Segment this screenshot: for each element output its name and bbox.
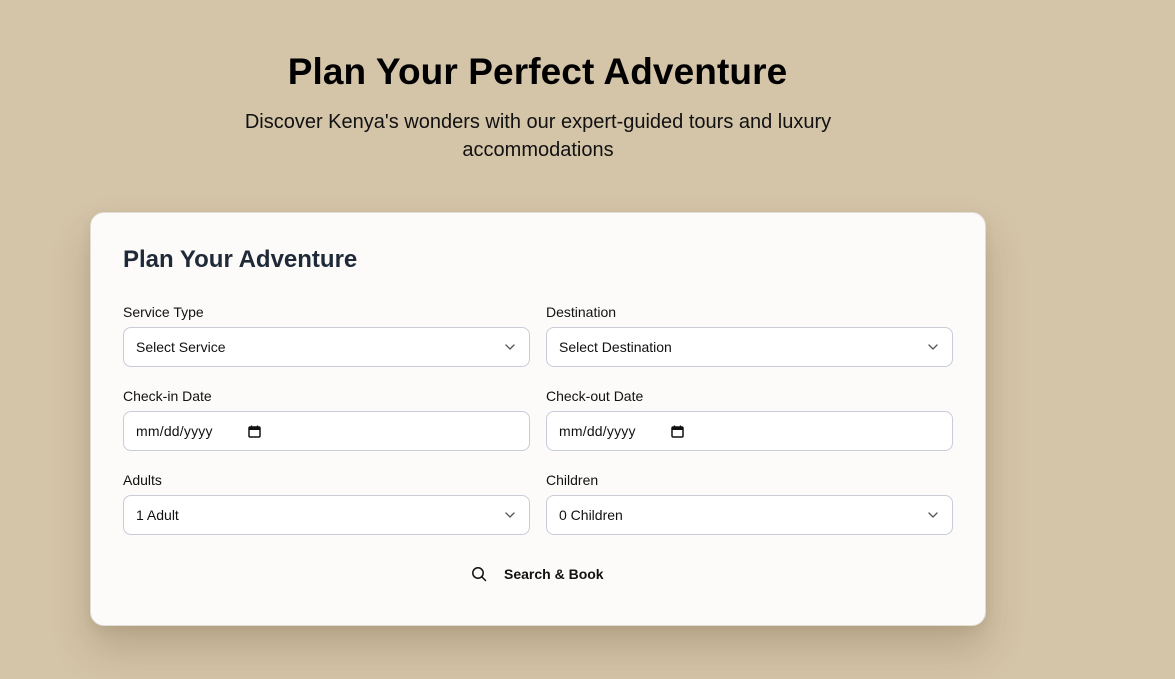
booking-form-card: Plan Your Adventure Service Type Select … bbox=[90, 212, 986, 626]
check-in-field: Check-in Date mm/dd/yyyy bbox=[123, 387, 530, 451]
calendar-icon[interactable] bbox=[671, 425, 684, 438]
check-out-value: mm/dd/yyyy bbox=[559, 423, 636, 439]
chevron-down-icon bbox=[505, 344, 515, 350]
children-label: Children bbox=[546, 472, 599, 488]
adults-field: Adults 1 Adult bbox=[123, 471, 530, 535]
check-out-label: Check-out Date bbox=[546, 388, 644, 404]
check-in-value: mm/dd/yyyy bbox=[136, 423, 213, 439]
chevron-down-icon bbox=[928, 512, 938, 518]
service-type-label: Service Type bbox=[123, 304, 204, 320]
adults-label: Adults bbox=[123, 472, 162, 488]
service-type-field: Service Type Select Service bbox=[123, 303, 530, 367]
search-and-book-button[interactable]: Search & Book bbox=[471, 561, 604, 587]
chevron-down-icon bbox=[928, 344, 938, 350]
destination-select[interactable]: Select Destination bbox=[546, 327, 953, 367]
service-type-value: Select Service bbox=[136, 339, 226, 355]
check-out-date-input[interactable]: mm/dd/yyyy bbox=[546, 411, 953, 451]
children-value: 0 Children bbox=[559, 507, 623, 523]
hero-subtitle: Discover Kenya's wonders with our expert… bbox=[244, 111, 832, 161]
form-title: Plan Your Adventure bbox=[123, 246, 358, 273]
adults-value: 1 Adult bbox=[136, 507, 179, 523]
children-select[interactable]: 0 Children bbox=[546, 495, 953, 535]
children-field: Children 0 Children bbox=[546, 471, 953, 535]
destination-label: Destination bbox=[546, 304, 617, 320]
destination-value: Select Destination bbox=[559, 339, 672, 355]
chevron-down-icon bbox=[505, 512, 515, 518]
check-in-date-input[interactable]: mm/dd/yyyy bbox=[123, 411, 530, 451]
destination-field: Destination Select Destination bbox=[546, 303, 953, 367]
check-out-field: Check-out Date mm/dd/yyyy bbox=[546, 387, 953, 451]
calendar-icon[interactable] bbox=[248, 425, 261, 438]
adults-select[interactable]: 1 Adult bbox=[123, 495, 530, 535]
search-icon bbox=[472, 567, 487, 582]
search-and-book-label: Search & Book bbox=[504, 566, 604, 582]
service-type-select[interactable]: Select Service bbox=[123, 327, 530, 367]
hero-title: Plan Your Perfect Adventure bbox=[287, 51, 788, 92]
check-in-label: Check-in Date bbox=[123, 388, 212, 404]
